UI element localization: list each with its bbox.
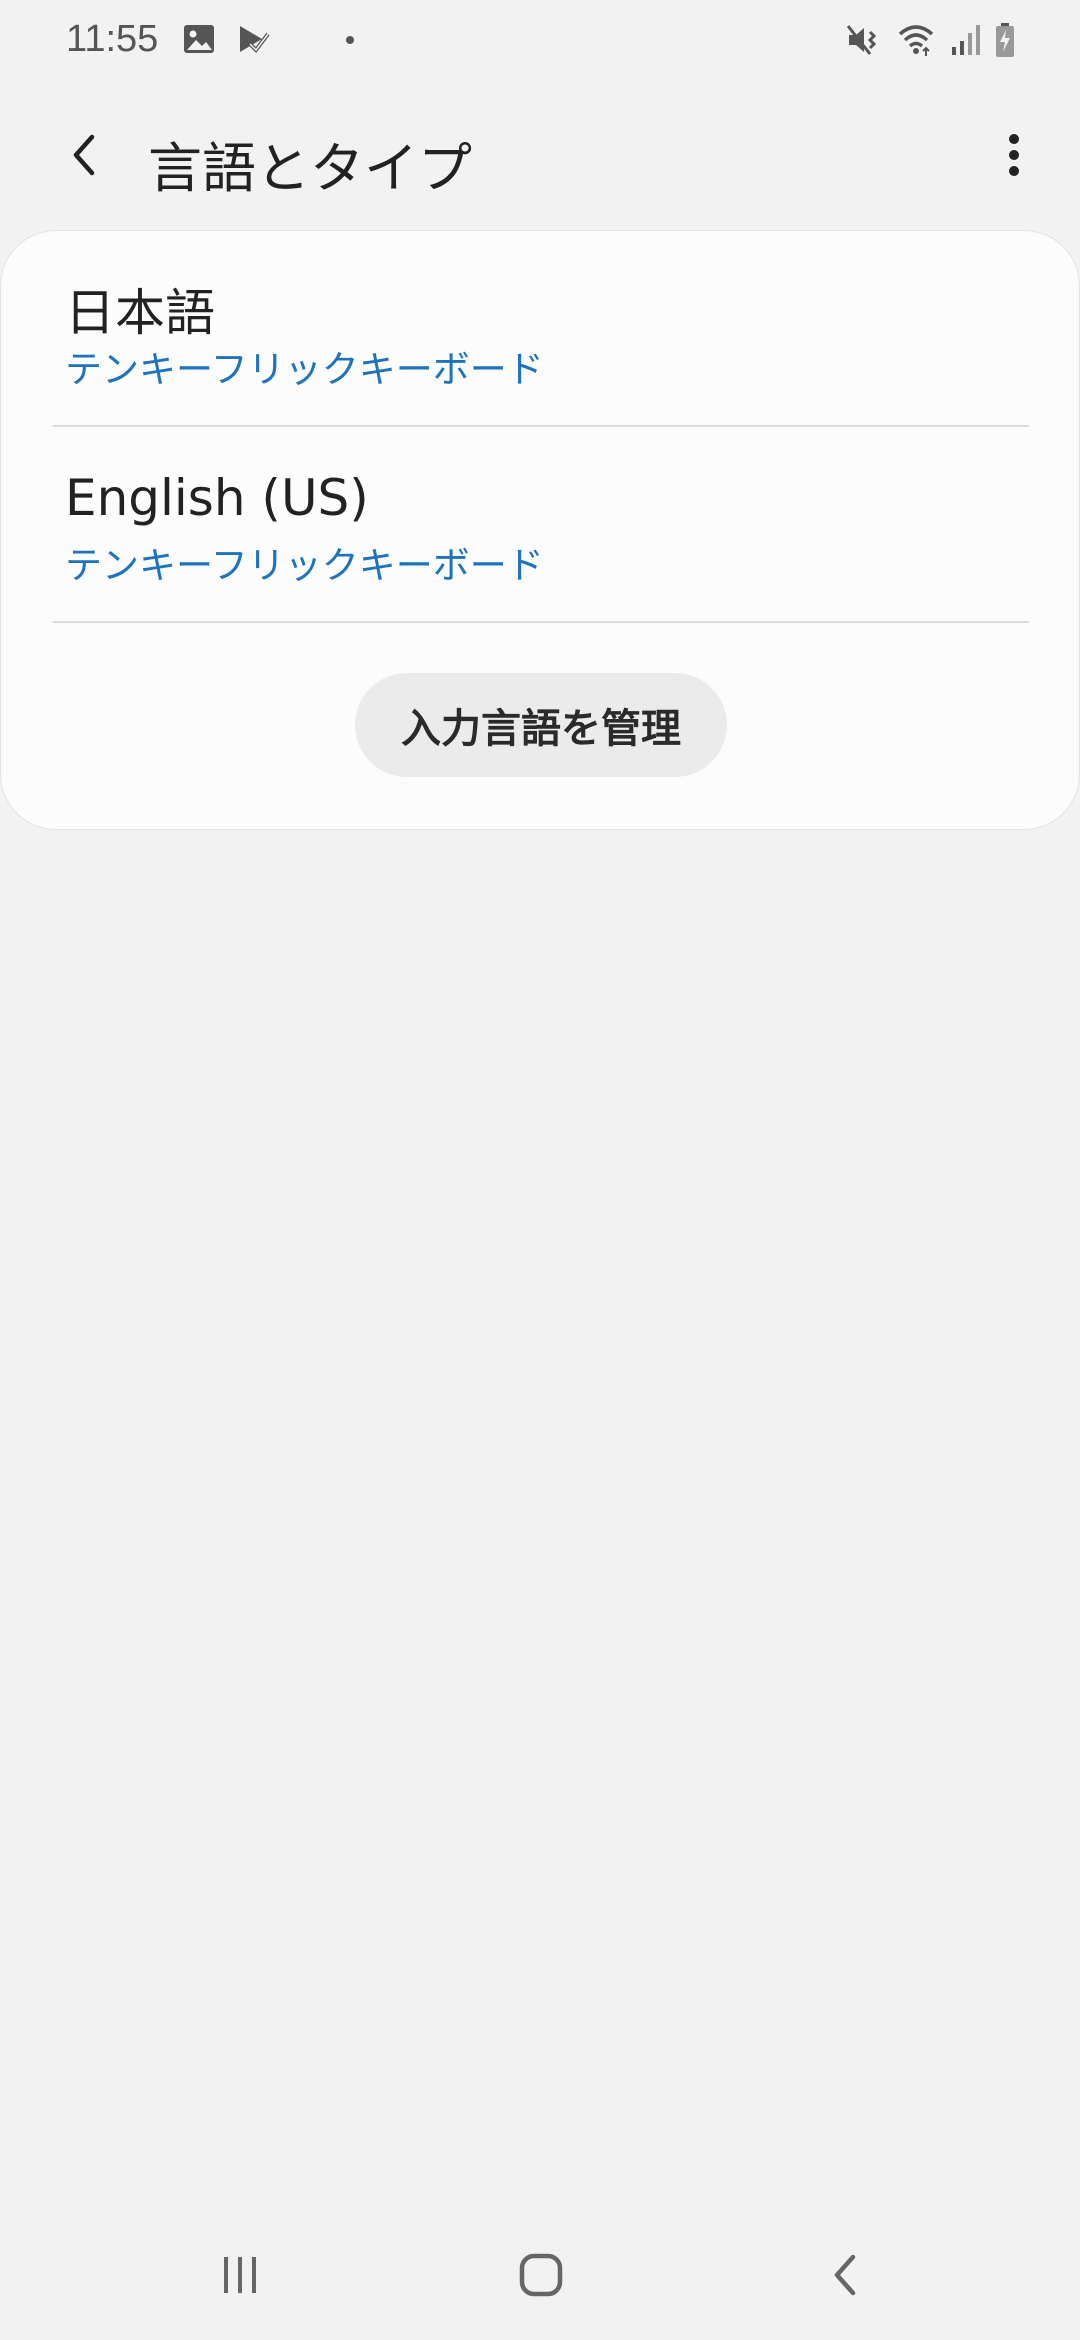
play-store-icon xyxy=(236,22,270,60)
mute-vibrate-icon xyxy=(846,22,882,62)
back-arrow-icon xyxy=(64,131,104,183)
back-nav-button[interactable] xyxy=(800,2232,890,2322)
language-name: 日本語 xyxy=(65,284,215,342)
keyboard-name: テンキーフリックキーボード xyxy=(65,544,544,587)
language-name: English (US) xyxy=(65,469,369,527)
signal-icon xyxy=(950,23,980,61)
recent-apps-button[interactable] xyxy=(195,2232,285,2322)
languages-card: 日本語 テンキーフリックキーボード English (US) テンキーフリックキ… xyxy=(0,230,1080,830)
app-bar: 言語とタイプ xyxy=(0,112,1080,202)
back-icon xyxy=(825,2251,865,2303)
navigation-bar xyxy=(0,2214,1080,2340)
page-title: 言語とタイプ xyxy=(148,137,472,200)
back-button[interactable] xyxy=(56,129,112,185)
notification-dot xyxy=(346,36,354,44)
status-notification-icons xyxy=(182,22,270,60)
home-icon xyxy=(517,2251,565,2303)
manage-input-languages-button[interactable]: 入力言語を管理 xyxy=(355,673,727,777)
wifi-icon xyxy=(896,22,936,62)
recent-apps-icon xyxy=(218,2253,262,2301)
status-bar: 11:55 xyxy=(0,0,1080,84)
more-vertical-icon xyxy=(1006,131,1022,183)
more-options-button[interactable] xyxy=(986,129,1042,185)
home-button[interactable] xyxy=(496,2232,586,2322)
divider xyxy=(53,621,1029,623)
keyboard-name: テンキーフリックキーボード xyxy=(65,348,544,391)
battery-charging-icon xyxy=(994,22,1016,62)
language-item-english[interactable]: English (US) テンキーフリックキーボード xyxy=(1,427,1080,621)
status-system-icons xyxy=(846,22,1016,62)
gallery-icon xyxy=(182,22,216,60)
status-time: 11:55 xyxy=(66,18,159,60)
language-item-japanese[interactable]: 日本語 テンキーフリックキーボード xyxy=(1,231,1080,425)
